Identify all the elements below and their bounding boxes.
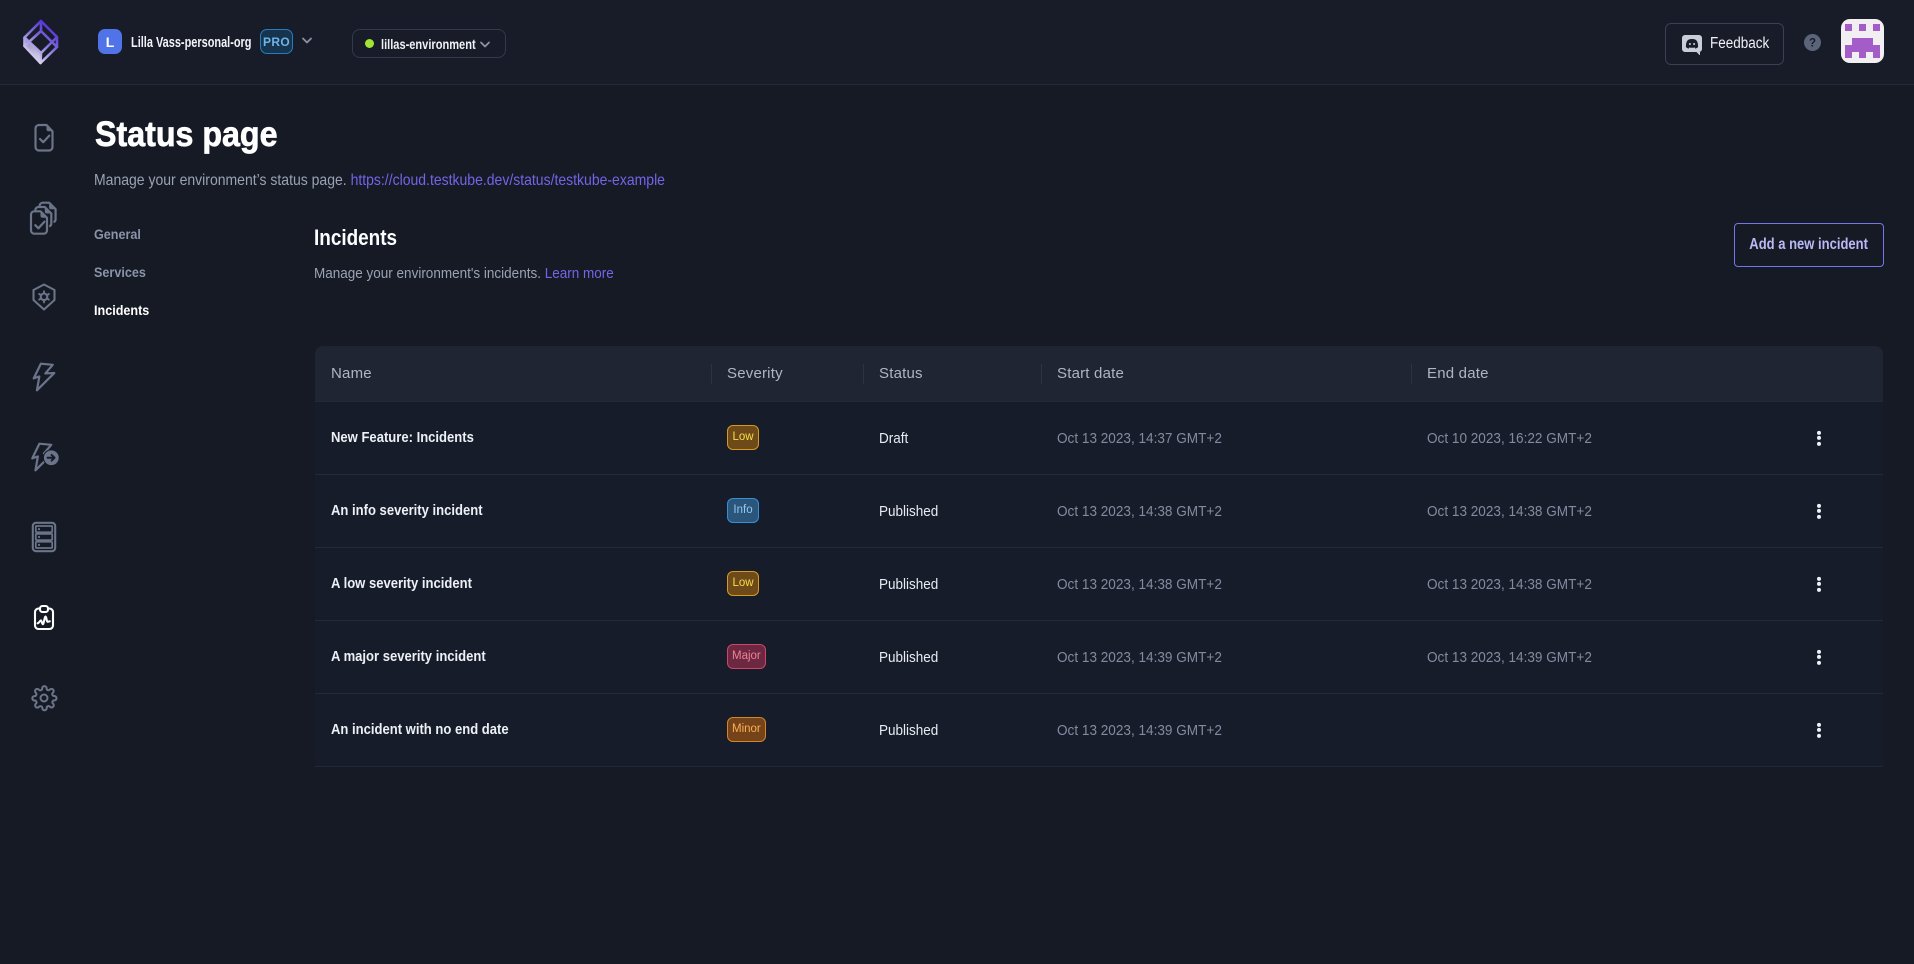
svg-text:?: ? (1809, 38, 1816, 50)
